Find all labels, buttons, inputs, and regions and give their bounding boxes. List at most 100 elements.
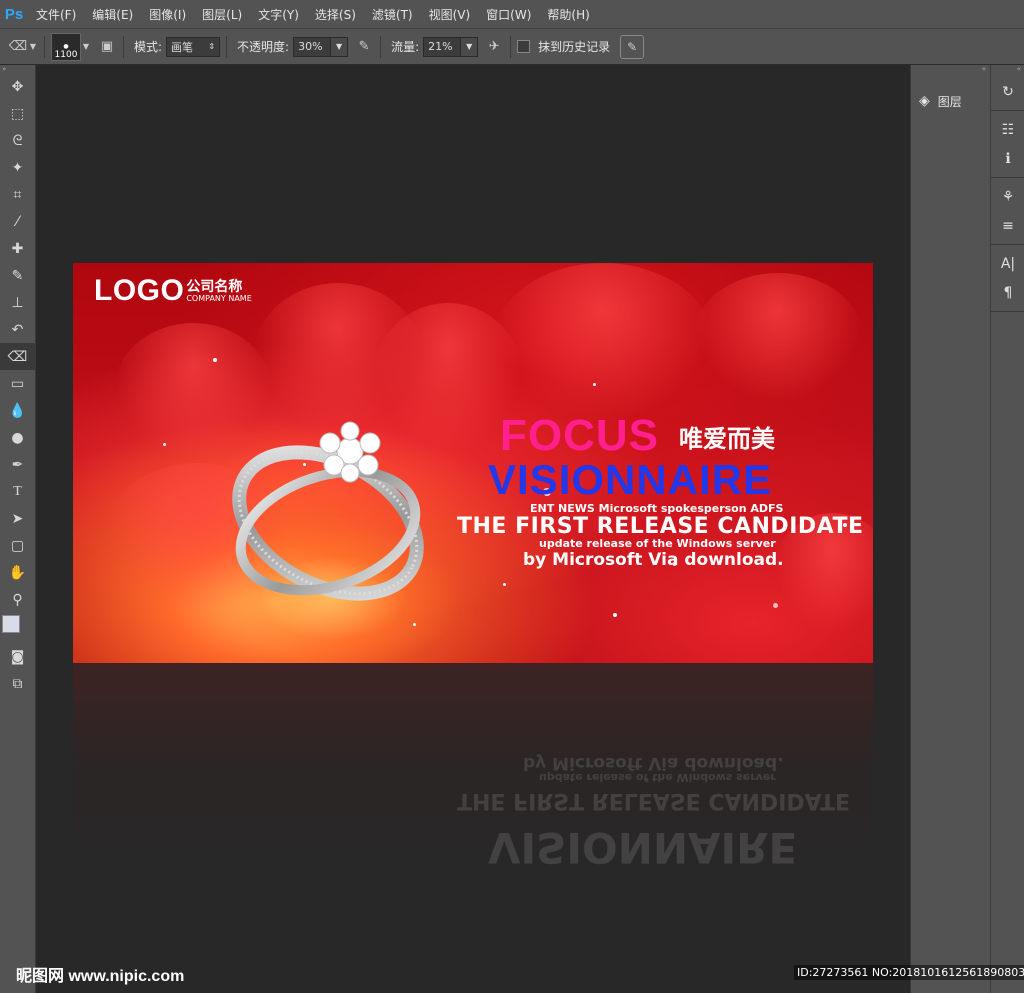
- clone-stamp-tool-icon[interactable]: ⊥: [0, 289, 35, 316]
- flow-dropdown-icon[interactable]: ▼: [461, 36, 479, 57]
- dodge-tool-icon[interactable]: ●: [0, 424, 35, 451]
- brush-preset-picker[interactable]: ● 1100: [51, 32, 81, 61]
- menu-bar: Ps 文件(F) 编辑(E) 图像(I) 图层(L) 文字(Y) 选择(S) 滤…: [0, 0, 1024, 29]
- tool-preset-dropdown-icon[interactable]: ▼: [28, 37, 38, 57]
- sparkle: [413, 623, 416, 626]
- marquee-tool-icon[interactable]: ⬚: [0, 100, 35, 127]
- mode-value: 画笔: [171, 40, 194, 54]
- sparkle: [163, 443, 166, 446]
- quick-mask-icon[interactable]: ◙: [0, 643, 35, 670]
- menu-file[interactable]: 文件(F): [28, 6, 84, 23]
- sparkle: [613, 613, 617, 617]
- subtext-line-3: update release of the Windows server: [539, 537, 776, 550]
- collapse-icon[interactable]: «: [911, 65, 990, 73]
- color-swatches[interactable]: [0, 613, 35, 643]
- brush-dropdown-icon[interactable]: ▼: [81, 37, 91, 57]
- info-panel-icon[interactable]: ℹ: [991, 144, 1024, 173]
- pen-tool-icon[interactable]: ✒: [0, 451, 35, 478]
- eraser-tool-icon[interactable]: ⌫: [0, 343, 35, 370]
- brush-tool-icon[interactable]: ✎: [0, 262, 35, 289]
- mode-select[interactable]: 画笔 ⇕: [166, 36, 221, 57]
- reflection-line-2: THE FIRST RELEASE CANDIDATE: [457, 788, 850, 813]
- menu-layer[interactable]: 图层(L): [194, 6, 250, 23]
- move-tool-icon[interactable]: ✥: [0, 73, 35, 100]
- brush-panel-icon[interactable]: ▣: [97, 37, 117, 57]
- flow-label: 流量:: [391, 40, 420, 54]
- flow-value: 21%: [428, 40, 453, 53]
- history-panel-icon[interactable]: ↻: [991, 77, 1024, 106]
- properties-panel-icon[interactable]: ☷: [991, 115, 1024, 144]
- menu-filter[interactable]: 滤镜(T): [364, 6, 421, 23]
- subtext-line-2: THE FIRST RELEASE CANDIDATE: [457, 514, 864, 539]
- history-checkbox[interactable]: [517, 40, 531, 53]
- brush-dot-icon: ●: [63, 42, 69, 50]
- menu-window[interactable]: 窗口(W): [478, 6, 539, 23]
- airbrush-icon[interactable]: ✈: [484, 37, 504, 57]
- screen-mode-icon[interactable]: ⧉: [0, 670, 35, 697]
- collapse-strip-icon[interactable]: «: [991, 65, 1024, 73]
- foreground-color-swatch[interactable]: [2, 615, 20, 633]
- company-name-en: COMPANY NAME: [186, 294, 252, 303]
- menu-select[interactable]: 选择(S): [307, 6, 364, 23]
- sparkle: [503, 583, 506, 586]
- layers-panel-tab[interactable]: ◈ 图层: [911, 87, 990, 115]
- history-brush-tool-icon[interactable]: ↶: [0, 316, 35, 343]
- reflection-visionnaire: VISIONNAIRE: [488, 823, 798, 872]
- path-selection-tool-icon[interactable]: ➤: [0, 505, 35, 532]
- adjustments-panel-icon[interactable]: ≡: [991, 211, 1024, 240]
- brush-presets-panel-icon[interactable]: ⚘: [991, 182, 1024, 211]
- crop-tool-icon[interactable]: ⌗: [0, 181, 35, 208]
- paragraph-panel-icon[interactable]: ¶: [991, 278, 1024, 307]
- logo-text: LOGO: [94, 274, 185, 307]
- reflection-line-3: update release of the Windows server: [539, 771, 776, 784]
- expand-icon[interactable]: »: [0, 65, 35, 73]
- menu-type[interactable]: 文字(Y): [250, 6, 307, 23]
- sparkle: [773, 603, 778, 608]
- petal-shape: [693, 273, 863, 403]
- gradient-tool-icon[interactable]: ▭: [0, 370, 35, 397]
- flow-input[interactable]: 21%: [423, 36, 462, 57]
- magic-wand-tool-icon[interactable]: ✦: [0, 154, 35, 181]
- headline-visionnaire: VISIONNAIRE: [488, 456, 773, 503]
- photoshop-logo: Ps: [4, 5, 24, 23]
- pressure-opacity-icon[interactable]: ✎: [354, 37, 374, 57]
- opacity-dropdown-icon[interactable]: ▼: [331, 36, 349, 57]
- menu-image[interactable]: 图像(I): [141, 6, 194, 23]
- zoom-tool-icon[interactable]: ⚲: [0, 586, 35, 613]
- blur-tool-icon[interactable]: 💧: [0, 397, 35, 424]
- reflection-line-4: by Microsoft Via download.: [523, 753, 784, 773]
- nipic-watermark: 昵图网 www.nipic.com: [16, 968, 185, 985]
- shape-tool-icon[interactable]: ▢: [0, 532, 35, 559]
- layers-icon: ◈: [919, 93, 930, 109]
- menu-help[interactable]: 帮助(H): [539, 6, 597, 23]
- diamond-ring-image: [232, 421, 424, 601]
- panel-dock: « ◈ 图层: [910, 65, 990, 993]
- headline-focus: FOCUS: [500, 411, 659, 460]
- sparkle: [593, 383, 596, 386]
- character-panel-icon[interactable]: A|: [991, 249, 1024, 278]
- sparkle: [213, 358, 217, 362]
- options-bar: ⌫ ▼ ● 1100 ▼ ▣ 模式: 画笔 ⇕ 不透明度: 30% ▼ ✎ 流量…: [0, 29, 1024, 65]
- document-canvas[interactable]: LOGO 公司名称 COMPANY NAME FOCUS 唯爱而美 VISION…: [73, 263, 873, 663]
- lasso-tool-icon[interactable]: ᘓ: [0, 127, 35, 154]
- layers-label: 图层: [937, 94, 962, 109]
- menu-view[interactable]: 视图(V): [421, 6, 479, 23]
- menu-edit[interactable]: 编辑(E): [84, 6, 141, 23]
- mode-label: 模式:: [134, 40, 163, 54]
- pressure-size-icon[interactable]: ✎: [620, 34, 645, 59]
- tools-panel: » ✥ ⬚ ᘓ ✦ ⌗ ⁄ ✚ ✎ ⊥ ↶ ⌫ ▭ 💧 ● ✒ T ➤ ▢ ✋ …: [0, 65, 36, 993]
- canvas-reflection: by Microsoft Via download. update releas…: [73, 663, 873, 893]
- opacity-value: 30%: [298, 40, 323, 53]
- brush-size: 1100: [54, 49, 78, 60]
- eraser-tool-icon[interactable]: ⌫: [8, 37, 28, 57]
- opacity-label: 不透明度:: [237, 40, 290, 54]
- company-name-cn: 公司名称: [186, 278, 243, 295]
- type-tool-icon[interactable]: T: [0, 478, 35, 505]
- updown-icon: ⇕: [208, 42, 216, 51]
- eyedropper-tool-icon[interactable]: ⁄: [0, 208, 35, 235]
- healing-brush-tool-icon[interactable]: ✚: [0, 235, 35, 262]
- company-logo: LOGO 公司名称 COMPANY NAME: [94, 276, 252, 306]
- history-label: 抹到历史记录: [538, 40, 611, 54]
- opacity-input[interactable]: 30%: [293, 36, 332, 57]
- hand-tool-icon[interactable]: ✋: [0, 559, 35, 586]
